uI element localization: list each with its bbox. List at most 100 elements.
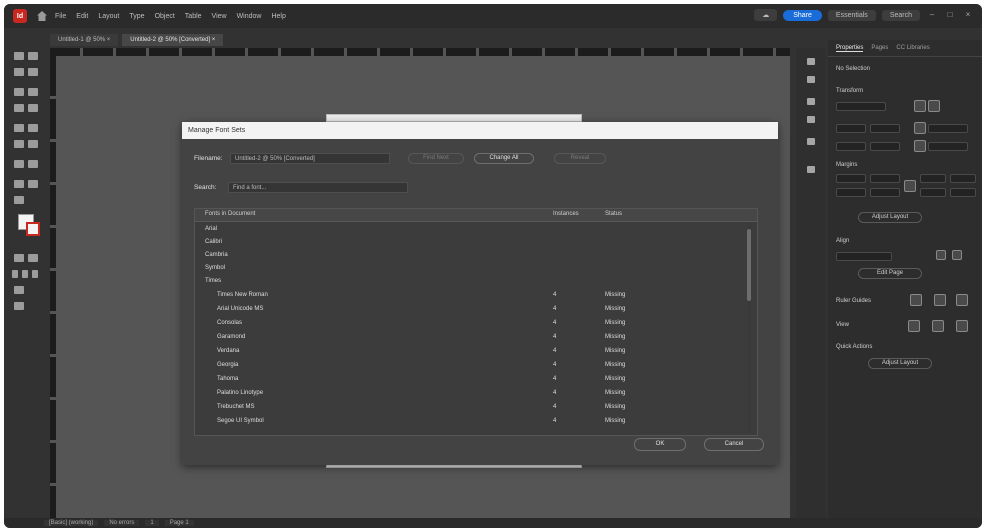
normal-mode-icon[interactable] xyxy=(14,286,24,294)
x-field[interactable] xyxy=(836,142,866,151)
margin-outside-field[interactable] xyxy=(870,188,900,197)
list-group[interactable]: Symbol xyxy=(195,262,745,275)
status-page-number[interactable]: 1 xyxy=(145,520,159,526)
edit-page-button[interactable]: Edit Page xyxy=(858,268,922,279)
status-page-label[interactable]: Page 1 xyxy=(164,520,194,526)
list-item[interactable]: Verdana 4 Missing xyxy=(195,345,745,358)
link-margins-icon[interactable] xyxy=(904,180,916,192)
apply-none-icon[interactable] xyxy=(32,270,38,278)
tab-properties[interactable]: Properties xyxy=(836,45,864,52)
preview-view-icon[interactable] xyxy=(932,320,944,332)
zoom-tool-icon[interactable] xyxy=(28,180,38,188)
status-preflight-profile[interactable]: [Basic] (working) xyxy=(44,520,99,526)
list-item[interactable]: Tahoma 4 Missing xyxy=(195,373,745,386)
swap-colors-icon[interactable] xyxy=(28,254,38,262)
align-to-dropdown[interactable] xyxy=(836,252,892,261)
pages-panel-icon[interactable] xyxy=(807,58,815,65)
normal-view-icon[interactable] xyxy=(908,320,920,332)
document-tab-active[interactable]: Untitled-2 @ 50% [Converted] × xyxy=(122,34,224,46)
menu-item[interactable]: Layout xyxy=(98,13,119,20)
change-all-button[interactable]: Change All xyxy=(474,153,534,164)
margins-field[interactable] xyxy=(928,142,968,151)
menu-item[interactable]: File xyxy=(55,13,66,20)
menu-item[interactable]: Type xyxy=(129,13,144,20)
column-header-status[interactable]: Status xyxy=(605,211,622,217)
eyedropper-tool-icon[interactable] xyxy=(14,196,24,204)
gap-tool-icon[interactable] xyxy=(28,68,38,76)
status-errors[interactable]: No errors xyxy=(104,520,140,526)
workspace-switcher[interactable]: Essentials xyxy=(827,9,876,21)
font-list[interactable]: Fonts in Document Instances Status Arial… xyxy=(194,208,758,436)
links-panel-icon[interactable] xyxy=(807,98,815,105)
pen-tool-icon[interactable] xyxy=(14,104,24,112)
swatches-panel-icon[interactable] xyxy=(807,138,815,145)
maximize-icon[interactable]: □ xyxy=(944,10,956,20)
list-item[interactable]: Times New Roman 4 Missing xyxy=(195,289,745,302)
apply-gradient-icon[interactable] xyxy=(22,270,28,278)
selection-tool-icon[interactable] xyxy=(14,52,24,60)
character-panel-icon[interactable] xyxy=(807,166,815,173)
menu-item[interactable]: Window xyxy=(237,13,262,20)
list-group[interactable]: Calibri xyxy=(195,236,745,249)
gradient-tool-icon[interactable] xyxy=(14,160,24,168)
margins-icon[interactable] xyxy=(914,140,926,152)
y-field[interactable] xyxy=(870,142,900,151)
minimize-icon[interactable]: – xyxy=(926,10,938,20)
align-left-icon[interactable] xyxy=(936,250,946,260)
close-icon[interactable]: × xyxy=(962,10,974,20)
facing-pages-icon[interactable] xyxy=(914,122,926,134)
list-item[interactable]: Consolas 4 Missing xyxy=(195,317,745,330)
margin-left-field[interactable] xyxy=(920,174,946,183)
column-header-name[interactable]: Fonts in Document xyxy=(205,211,255,217)
filename-field[interactable]: Untitled-2 @ 50% [Converted] xyxy=(230,153,390,164)
baseline-grid-icon[interactable] xyxy=(956,294,968,306)
search-field[interactable]: Search xyxy=(881,9,920,21)
list-item[interactable]: Garamond 4 Missing xyxy=(195,331,745,344)
note-tool-icon[interactable] xyxy=(28,160,38,168)
hand-tool-icon[interactable] xyxy=(14,180,24,188)
scissors-tool-icon[interactable] xyxy=(14,140,24,148)
guides-icon[interactable] xyxy=(910,294,922,306)
cloud-icon[interactable]: ☁ xyxy=(754,9,778,21)
app-logo-icon[interactable]: Id xyxy=(13,9,27,23)
layers-panel-icon[interactable] xyxy=(807,76,815,83)
share-button[interactable]: Share xyxy=(783,9,822,21)
list-group[interactable]: Times xyxy=(195,275,745,288)
width-field[interactable] xyxy=(836,124,866,133)
menu-item[interactable]: Table xyxy=(185,13,202,20)
columns-field[interactable] xyxy=(920,188,946,197)
line-tool-icon[interactable] xyxy=(28,88,38,96)
document-tab[interactable]: Untitled-1 @ 50% × xyxy=(50,34,119,46)
grid-icon[interactable] xyxy=(934,294,946,306)
cancel-button[interactable]: Cancel xyxy=(704,438,764,451)
reveal-button[interactable]: Reveal xyxy=(554,153,606,164)
gutter-field[interactable] xyxy=(950,188,976,197)
column-header-instances[interactable]: Instances xyxy=(553,211,579,217)
document-preset-field[interactable] xyxy=(836,102,886,111)
page-tool-icon[interactable] xyxy=(14,68,24,76)
list-item[interactable]: Trebuchet MS 4 Missing xyxy=(195,401,745,414)
menu-item[interactable]: Edit xyxy=(76,13,88,20)
list-item[interactable]: Arial Unicode MS 4 Missing xyxy=(195,303,745,316)
stroke-swatch-icon[interactable] xyxy=(26,222,40,236)
pages-count-field[interactable] xyxy=(928,124,968,133)
list-scrollbar-thumb[interactable] xyxy=(747,229,751,301)
transform-tool-icon[interactable] xyxy=(28,140,38,148)
search-input[interactable]: Find a font... xyxy=(228,182,408,193)
portrait-icon[interactable] xyxy=(914,100,926,112)
list-group[interactable]: Arial xyxy=(195,223,745,236)
adjust-layout-button[interactable]: Adjust Layout xyxy=(858,212,922,223)
margin-bottom-field[interactable] xyxy=(870,174,900,183)
align-center-icon[interactable] xyxy=(952,250,962,260)
direct-selection-tool-icon[interactable] xyxy=(28,52,38,60)
landscape-icon[interactable] xyxy=(928,100,940,112)
margin-top-field[interactable] xyxy=(836,174,866,183)
pencil-tool-icon[interactable] xyxy=(28,104,38,112)
height-field[interactable] xyxy=(870,124,900,133)
margin-inside-field[interactable] xyxy=(836,188,866,197)
bleed-view-icon[interactable] xyxy=(956,320,968,332)
tab-cc-libraries[interactable]: CC Libraries xyxy=(896,45,929,51)
stroke-panel-icon[interactable] xyxy=(807,116,815,123)
screen-mode-icon[interactable] xyxy=(14,302,24,310)
menu-item[interactable]: View xyxy=(212,13,227,20)
